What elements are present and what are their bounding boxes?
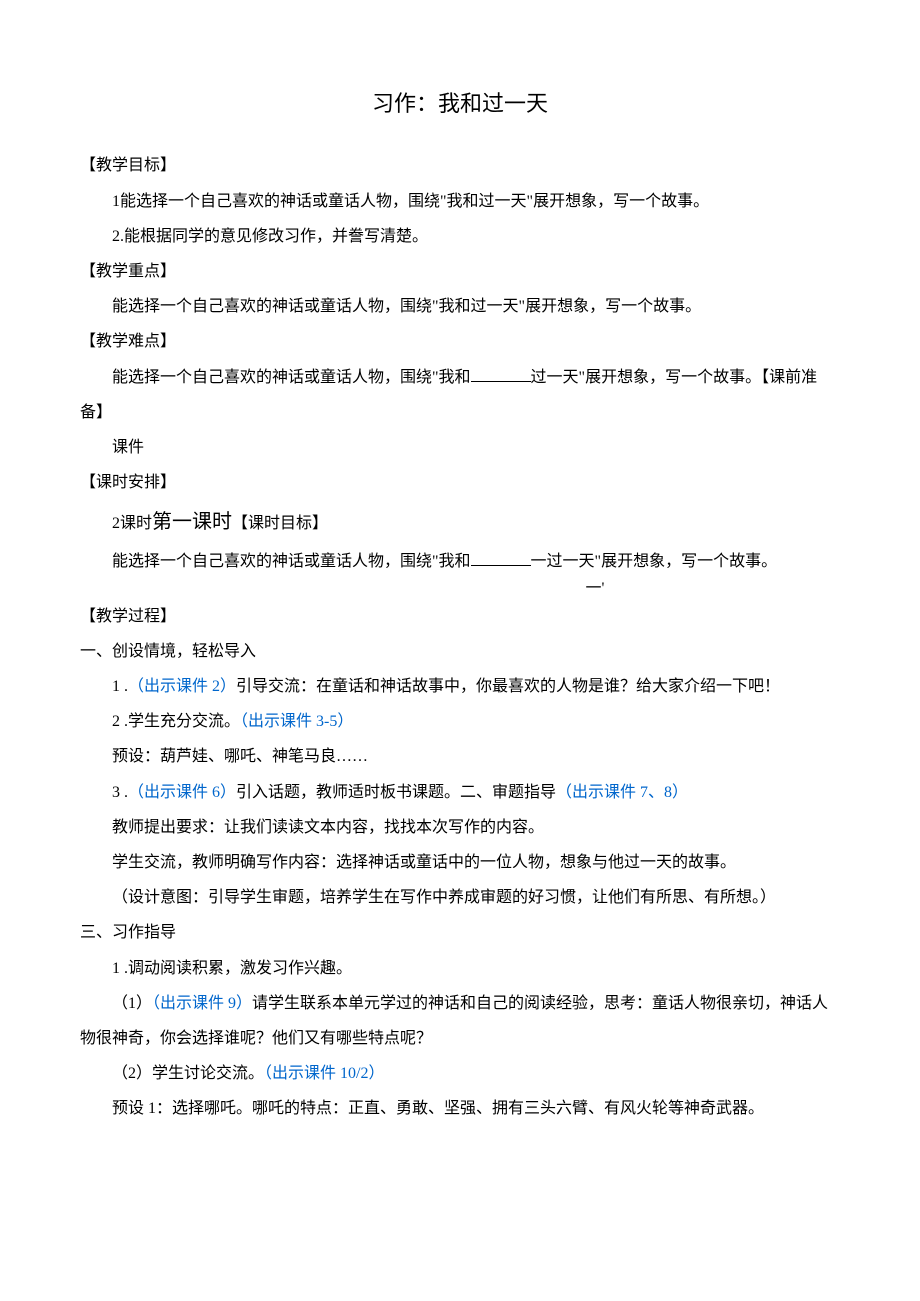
slide-reference: （出示课件 10/2） xyxy=(264,1065,384,1082)
body-text: （2）学生讨论交流。（出示课件 10/2） xyxy=(80,1056,840,1091)
body-text: 课件 xyxy=(80,430,840,465)
text-part: （1） xyxy=(112,995,152,1012)
body-text: 预设 1：选择哪吒。哪吒的特点：正直、勇敢、坚强、拥有三头六臂、有风火轮等神奇武… xyxy=(80,1091,840,1126)
body-text: 2.能根据同学的意见修改习作，并誊写清楚。 xyxy=(80,219,840,254)
section-teaching-objectives: 【教学目标】 xyxy=(80,148,840,183)
slide-reference: （出示课件 9） xyxy=(152,995,252,1012)
text-part: 2课时 xyxy=(112,515,152,532)
text-part: 一过一天"展开想象，写一个故事。 xyxy=(531,553,778,570)
slide-reference: （出示课件 3-5） xyxy=(240,713,353,730)
body-text: 教师提出要求：让我们读读文本内容，找找本次写作的内容。 xyxy=(80,810,840,845)
design-intent: （设计意图：引导学生审题，培养学生在写作中养成审题的好习惯，让他们有所思、有所想… xyxy=(80,880,840,915)
fill-in-blank xyxy=(471,381,531,382)
lesson-heading: 第一课时 xyxy=(152,511,232,533)
body-text: 1 .调动阅读积累，激发习作兴趣。 xyxy=(80,951,840,986)
text-part: 能选择一个自己喜欢的神话或童话人物，围绕"我和 xyxy=(112,553,471,570)
slide-reference: （出示课件 6） xyxy=(128,784,236,801)
section-teaching-difficulty: 【教学难点】 xyxy=(80,324,840,359)
text-part: 3 . xyxy=(112,784,128,801)
body-text: 1 .（出示课件 2）引导交流：在童话和神话故事中，你最喜欢的人物是谁？给大家介… xyxy=(80,669,840,704)
document-title: 习作：我和过一天 xyxy=(80,80,840,128)
heading-level-1: 一、创设情境，轻松导入 xyxy=(80,634,840,669)
text-part: 1 . xyxy=(112,678,128,695)
body-text: （1）（出示课件 9）请学生联系本单元学过的神话和自己的阅读经验，思考：童话人物… xyxy=(80,986,840,1056)
body-text: 1能选择一个自己喜欢的神话或童话人物，围绕"我和过一天"展开想象，写一个故事。 xyxy=(80,184,840,219)
heading-level-1: 三、习作指导 xyxy=(80,915,840,950)
document-page: 习作：我和过一天 【教学目标】 1能选择一个自己喜欢的神话或童话人物，围绕"我和… xyxy=(0,0,920,1186)
text-part: 过一天"展开想象，写一个故事。 xyxy=(531,369,762,386)
section-teaching-process: 【教学过程】 xyxy=(80,599,840,634)
body-text: 3 .（出示课件 6）引入话题，教师适时板书课题。二、审题指导（出示课件 7、8… xyxy=(80,775,840,810)
slide-reference: （出示课件 2） xyxy=(128,678,236,695)
stray-mark: 一' xyxy=(80,579,840,598)
body-text: 能选择一个自己喜欢的神话或童话人物，围绕"我和 一过一天"展开想象，写一个故事。 xyxy=(80,544,840,579)
body-text: 预设：葫芦娃、哪吒、神笔马良…… xyxy=(80,739,840,774)
body-text: 2课时第一课时【课时目标】 xyxy=(80,500,840,544)
text-part: 2 .学生充分交流。 xyxy=(112,713,240,730)
text-part: （2）学生讨论交流。 xyxy=(112,1065,264,1082)
body-text: 学生交流，教师明确写作内容：选择神话或童话中的一位人物，想象与他过一天的故事。 xyxy=(80,845,840,880)
section-schedule: 【课时安排】 xyxy=(80,465,840,500)
text-part: 引导交流：在童话和神话故事中，你最喜欢的人物是谁？给大家介绍一下吧！ xyxy=(236,678,780,695)
text-part: 能选择一个自己喜欢的神话或童话人物，围绕"我和 xyxy=(112,369,471,386)
section-teaching-focus: 【教学重点】 xyxy=(80,254,840,289)
fill-in-blank xyxy=(471,565,531,566)
slide-reference: （出示课件 7、8） xyxy=(556,784,688,801)
inline-section-label: 【课时目标】 xyxy=(232,515,328,532)
text-part: 引入话题，教师适时板书课题。二、审题指导 xyxy=(236,784,556,801)
body-text: 2 .学生充分交流。（出示课件 3-5） xyxy=(80,704,840,739)
body-text: 能选择一个自己喜欢的神话或童话人物，围绕"我和过一天"展开想象，写一个故事。【课… xyxy=(80,360,840,430)
body-text: 能选择一个自己喜欢的神话或童话人物，围绕"我和过一天"展开想象，写一个故事。 xyxy=(80,289,840,324)
